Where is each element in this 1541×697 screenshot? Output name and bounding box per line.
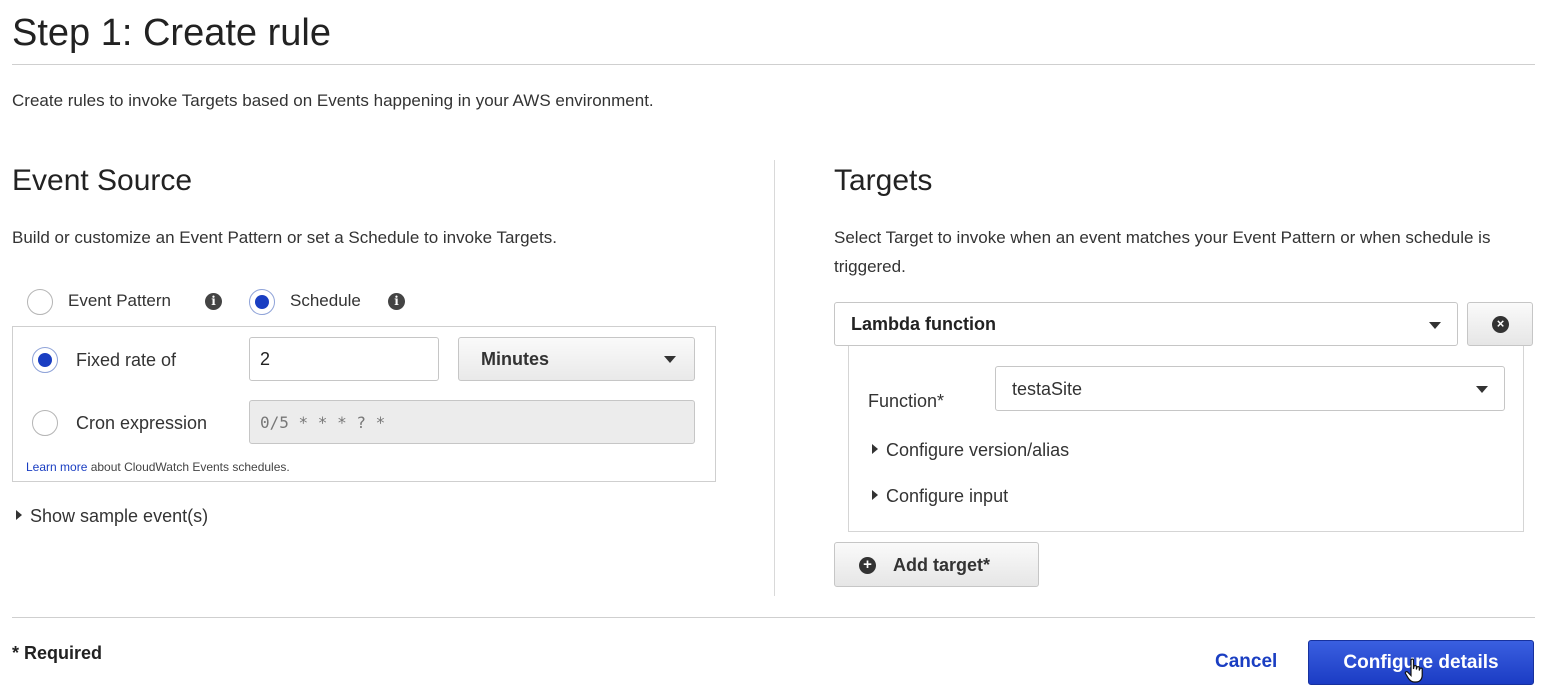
required-note: * Required — [12, 643, 103, 663]
header-divider — [12, 64, 1535, 65]
event-pattern-label[interactable]: Event Pattern — [68, 291, 171, 311]
targets-description: Select Target to invoke when an event ma… — [834, 228, 1491, 276]
chevron-down-icon — [664, 356, 676, 363]
page-intro: Create rules to invoke Targets based on … — [12, 91, 654, 110]
show-sample-events-toggle[interactable]: Show sample event(s) — [16, 506, 208, 527]
fixed-rate-radio[interactable] — [32, 347, 58, 373]
fixed-rate-input[interactable]: 2 — [249, 337, 439, 381]
rate-unit-select[interactable]: Minutes — [458, 337, 695, 381]
learn-more-link[interactable]: Learn more — [26, 460, 87, 474]
event-source-description: Build or customize an Event Pattern or s… — [12, 228, 557, 247]
add-target-button[interactable]: + Add target* — [834, 542, 1039, 587]
hand-pointer-icon — [1404, 658, 1423, 683]
schedule-label[interactable]: Schedule — [290, 291, 361, 311]
function-select[interactable]: testaSite — [995, 366, 1505, 411]
caret-right-icon — [872, 490, 878, 500]
target-type-select[interactable]: Lambda function — [834, 302, 1458, 346]
chevron-down-icon — [1429, 322, 1441, 329]
schedule-help-text: Learn more about CloudWatch Events sched… — [26, 460, 290, 474]
caret-right-icon — [872, 444, 878, 454]
schedule-radio[interactable] — [249, 289, 275, 315]
page-title: Step 1: Create rule — [12, 12, 331, 54]
caret-right-icon — [16, 510, 22, 520]
target-type-value: Lambda function — [851, 314, 996, 334]
configure-version-toggle[interactable]: Configure version/alias — [872, 440, 1069, 461]
show-sample-label: Show sample event(s) — [30, 506, 209, 526]
footer-divider — [12, 617, 1535, 618]
plus-icon: + — [859, 557, 876, 574]
add-target-label: Add target* — [893, 555, 991, 575]
configure-version-label: Configure version/alias — [886, 440, 1070, 460]
configure-input-toggle[interactable]: Configure input — [872, 486, 1008, 507]
cron-expression-input[interactable]: 0/5 * * * ? * — [249, 400, 695, 444]
remove-target-button[interactable]: × — [1467, 302, 1533, 346]
configure-input-label: Configure input — [886, 486, 1009, 506]
learn-more-suffix: about CloudWatch Events schedules. — [87, 460, 290, 474]
chevron-down-icon — [1476, 386, 1488, 393]
event-source-title: Event Source — [12, 164, 193, 197]
targets-title: Targets — [834, 164, 933, 197]
schedule-info-icon[interactable]: i — [388, 293, 405, 310]
cancel-button[interactable]: Cancel — [1215, 651, 1277, 673]
cron-expression-radio[interactable] — [32, 410, 58, 436]
event-pattern-info-icon[interactable]: i — [205, 293, 222, 310]
function-label: Function* — [868, 391, 945, 411]
event-pattern-radio[interactable] — [27, 289, 53, 315]
rate-unit-value: Minutes — [481, 349, 550, 369]
cron-expression-label[interactable]: Cron expression — [76, 413, 207, 434]
function-value: testaSite — [1012, 379, 1083, 399]
column-divider — [774, 160, 775, 596]
fixed-rate-label[interactable]: Fixed rate of — [76, 350, 176, 371]
close-icon: × — [1492, 316, 1509, 333]
